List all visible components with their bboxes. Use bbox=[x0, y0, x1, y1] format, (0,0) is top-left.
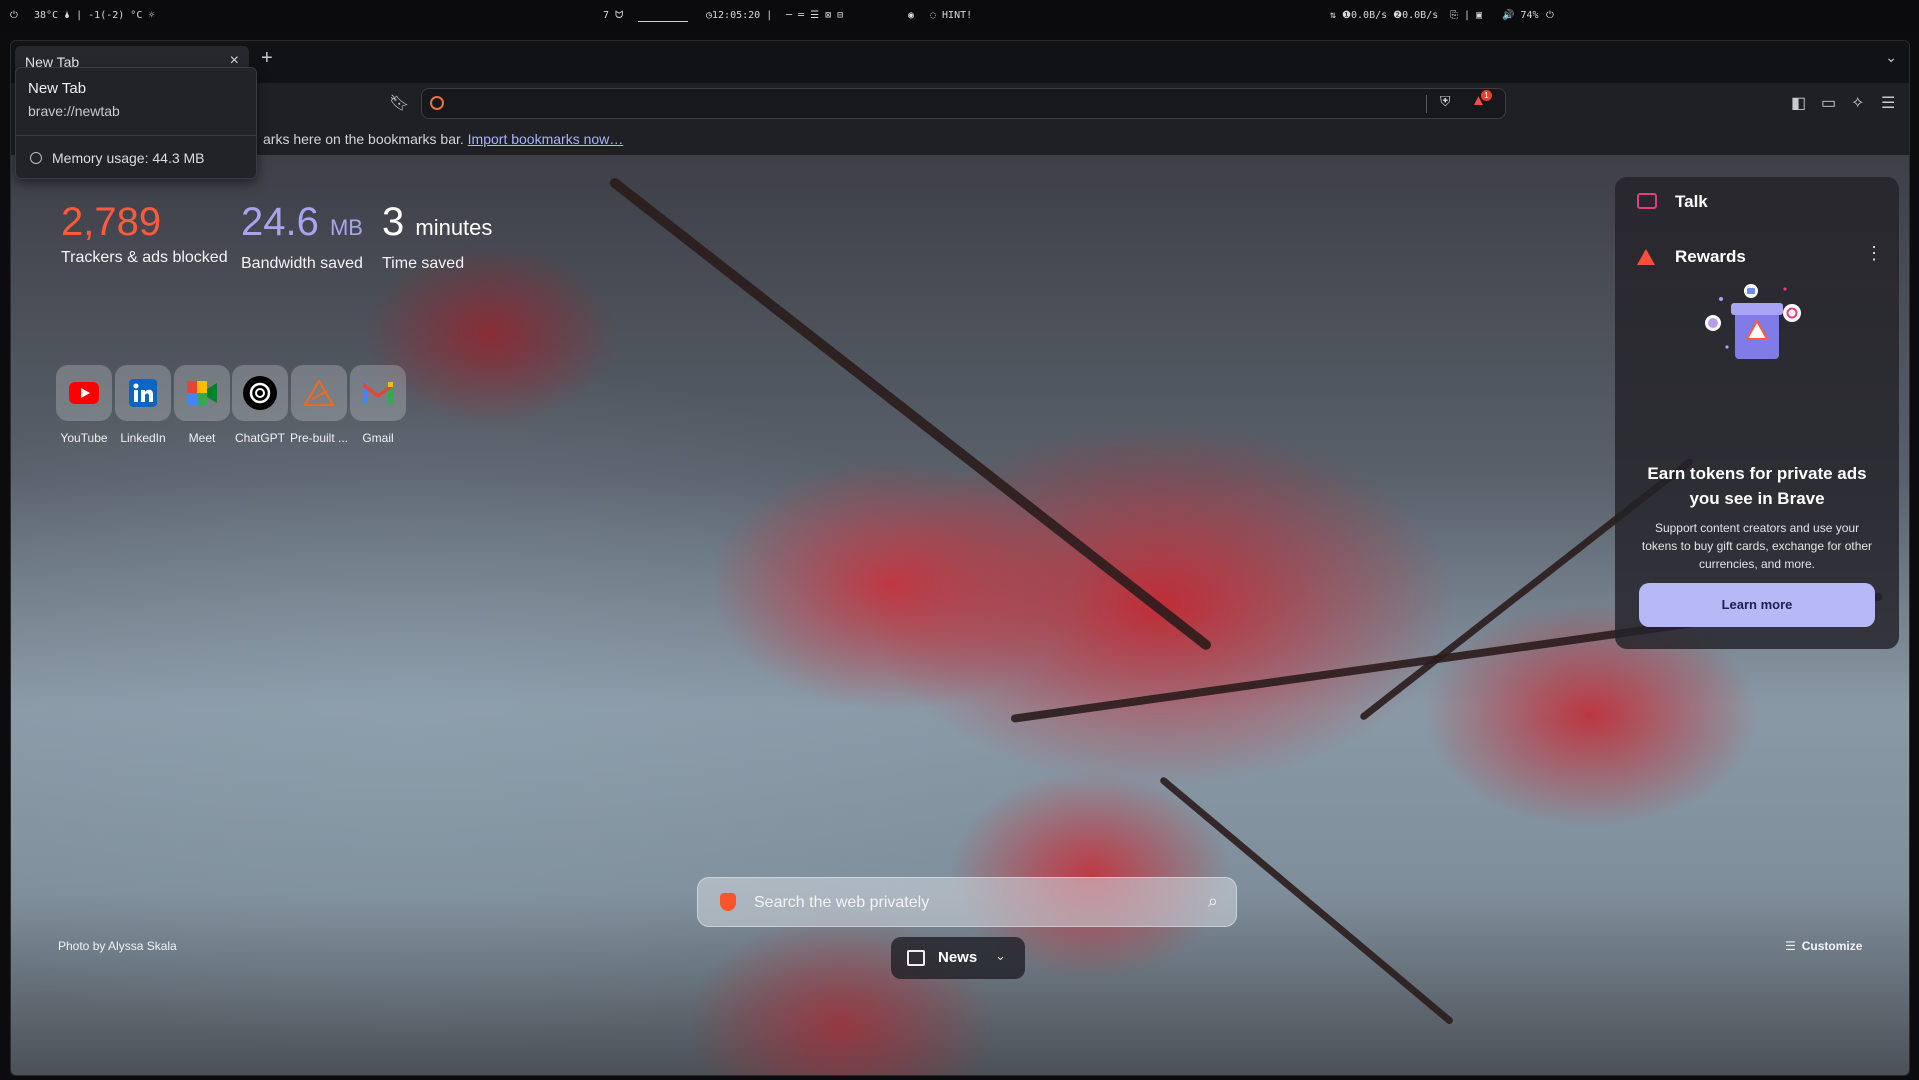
stat-bandwidth: 24.6 MB Bandwidth saved bbox=[241, 199, 363, 273]
prebuilt-icon bbox=[291, 365, 347, 421]
memory-icon bbox=[30, 152, 42, 164]
workspace-switcher[interactable]: ─ ═ ☰ ⊠ ⊟ bbox=[786, 10, 843, 22]
chatgpt-icon bbox=[232, 365, 288, 421]
address-bar[interactable]: ⛨ ▲ 1 bbox=[421, 88, 1506, 119]
customize-icon: ☰ bbox=[1785, 939, 1796, 953]
divider bbox=[1426, 95, 1427, 113]
chevron-down-icon[interactable]: ⌄ bbox=[1885, 49, 1897, 66]
import-bookmarks-link[interactable]: Import bookmarks now… bbox=[468, 131, 624, 147]
top-site-youtube[interactable]: YouTube bbox=[55, 365, 113, 445]
more-options-icon[interactable]: ⋮ bbox=[1865, 243, 1883, 264]
news-button[interactable]: News ⌄ bbox=[891, 937, 1025, 979]
rewards-description: Support content creators and use your to… bbox=[1641, 521, 1873, 571]
top-site-gmail[interactable]: Gmail bbox=[349, 365, 407, 445]
eye-icon[interactable]: ◉ bbox=[908, 10, 914, 22]
brave-shields-icon[interactable]: ⛨ bbox=[1440, 93, 1451, 110]
bat-logo-icon bbox=[1637, 249, 1655, 265]
rewards-illustration bbox=[1705, 284, 1801, 359]
stat-label: Trackers & ads blocked bbox=[61, 249, 228, 266]
top-site-label: Pre-built ... bbox=[290, 431, 349, 445]
top-site-label: LinkedIn bbox=[120, 431, 166, 445]
workspace-indicator[interactable]: 7 ᗢ bbox=[603, 10, 623, 22]
network-speed: ⇅ ❶0.0B/s ❷0.0B/s bbox=[1330, 10, 1439, 21]
stat-label: Bandwidth saved bbox=[241, 255, 363, 272]
bookmarks-bar: arks here on the bookmarks bar. Import b… bbox=[11, 125, 1909, 155]
bookmarks-message: arks here on the bookmarks bar. Import b… bbox=[263, 131, 623, 147]
browser-window: New Tab × + ⌄ 🔖︎ ⛨ ▲ 1 ◧ ▭ ✧ ☰ arks here… bbox=[10, 40, 1910, 1076]
learn-more-button[interactable]: Learn more bbox=[1639, 583, 1875, 627]
meet-icon bbox=[174, 365, 230, 421]
top-site-linkedin[interactable]: LinkedIn bbox=[114, 365, 172, 445]
top-site-label: Meet bbox=[188, 431, 216, 445]
bookmarks-hint-text: arks here on the bookmarks bar. bbox=[263, 131, 464, 147]
background-branch bbox=[607, 176, 1213, 652]
plus-icon[interactable]: + bbox=[261, 47, 273, 70]
stat-trackers: 2,789 Trackers & ads blocked bbox=[61, 199, 228, 267]
search-box[interactable]: ⌕ bbox=[697, 877, 1237, 927]
talk-widget[interactable]: Talk bbox=[1615, 177, 1899, 225]
search-input[interactable] bbox=[754, 891, 1174, 915]
top-site-chatgpt[interactable]: ChatGPT bbox=[231, 365, 289, 445]
gmail-icon bbox=[350, 365, 406, 421]
tray-icons[interactable]: ⎘ | ▣ bbox=[1450, 10, 1482, 22]
customize-label: Customize bbox=[1801, 939, 1863, 953]
toolbar: 🔖︎ ⛨ ▲ 1 ◧ ▭ ✧ ☰ bbox=[11, 83, 1909, 125]
hover-card-url: brave://newtab bbox=[28, 103, 120, 119]
tab-hover-card: New Tab brave://newtab Memory usage: 44.… bbox=[15, 67, 257, 179]
weather-readout: 38°C 🌢 | -1(-2) °C ☼ bbox=[34, 10, 155, 21]
tab-strip: New Tab × + ⌄ bbox=[11, 41, 1909, 83]
top-site-meet[interactable]: Meet bbox=[173, 365, 231, 445]
hover-card-title: New Tab bbox=[28, 80, 87, 97]
address-input[interactable] bbox=[452, 93, 1352, 115]
rewards-title: Rewards bbox=[1675, 247, 1746, 266]
brave-logo-icon bbox=[720, 893, 736, 911]
stat-value: 24.6 MB bbox=[241, 200, 363, 244]
youtube-icon bbox=[56, 365, 112, 421]
video-camera-icon bbox=[1637, 193, 1657, 209]
hover-card-memory: Memory usage: 44.3 MB bbox=[52, 150, 205, 166]
top-site-label: ChatGPT bbox=[234, 431, 285, 445]
clock: ◷12:05:20 | bbox=[706, 10, 773, 21]
linkedin-icon bbox=[115, 365, 171, 421]
new-tab-page: 2,789 Trackers & ads blocked 24.6 MB Ban… bbox=[11, 155, 1909, 1075]
bookmark-icon[interactable]: 🔖︎ bbox=[389, 93, 409, 113]
stat-value: 3 minutes bbox=[382, 200, 493, 244]
customize-button[interactable]: ☰ Customize bbox=[1785, 939, 1862, 953]
top-site-label: Gmail bbox=[362, 431, 394, 445]
wallet-icon[interactable]: ▭ bbox=[1821, 93, 1836, 113]
top-site-prebuilt[interactable]: Pre-built ... bbox=[290, 365, 348, 445]
stat-value: 2,789 bbox=[61, 200, 162, 244]
divider bbox=[16, 135, 256, 136]
rewards-widget: Rewards ⋮ Earn tokens for private ads yo… bbox=[1615, 225, 1899, 649]
hint-indicator[interactable]: ◌ HINT! bbox=[930, 10, 972, 22]
system-status-bar: ⏻ 38°C 🌢 | -1(-2) °C ☼ 7 ᗢ ◷12:05:20 | ─… bbox=[0, 0, 1919, 32]
stat-label: Time saved bbox=[382, 255, 465, 272]
leo-ai-icon[interactable]: ✧ bbox=[1851, 93, 1864, 113]
news-label: News bbox=[938, 949, 978, 966]
newspaper-icon bbox=[907, 950, 925, 966]
stat-time: 3 minutes Time saved bbox=[382, 199, 492, 273]
menu-icon[interactable]: ☰ bbox=[1881, 93, 1895, 113]
sidebar-icon[interactable]: ◧ bbox=[1791, 93, 1806, 113]
talk-title: Talk bbox=[1675, 192, 1708, 211]
volume-battery[interactable]: 🔊 74% bbox=[1502, 10, 1539, 22]
power-right-icon[interactable]: ⏻ bbox=[1546, 10, 1554, 22]
rewards-headline: Earn tokens for private ads you see in B… bbox=[1647, 464, 1867, 508]
site-info-icon[interactable] bbox=[430, 96, 444, 110]
workspace-underline bbox=[638, 21, 688, 22]
rewards-badge: 1 bbox=[1481, 90, 1492, 101]
chevron-down-icon: ⌄ bbox=[995, 948, 1006, 963]
top-site-label: YouTube bbox=[60, 431, 108, 445]
power-icon[interactable]: ⏻ bbox=[10, 10, 18, 22]
photo-credit[interactable]: Photo by Alyssa Skala bbox=[58, 939, 177, 953]
search-icon[interactable]: ⌕ bbox=[1208, 891, 1218, 912]
